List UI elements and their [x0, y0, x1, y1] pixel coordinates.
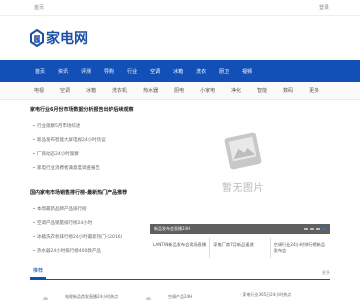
nav-item[interactable]: 资讯	[58, 68, 68, 75]
main-content: 家电行业6月份市场数据分析报告出炉后续观察 行业观察5月市场综述 新品发布智能大屏…	[0, 100, 360, 300]
news-list-item[interactable]: 行业观察5月市场综述	[33, 123, 140, 129]
nav-item[interactable]: 评测	[81, 68, 91, 75]
slide-dot[interactable]	[310, 228, 314, 230]
nav-item[interactable]: 导购	[104, 68, 114, 75]
slideshow-thumb[interactable]: 空调行业24小时排行榜新品发布会	[271, 238, 330, 258]
nav-item[interactable]: 洗衣	[196, 68, 206, 75]
slideshow-thumb[interactable]: 家电厂商7月新品速递	[210, 238, 271, 258]
top-bar: 首页 登录	[0, 0, 360, 16]
nav-item[interactable]: 首页	[35, 68, 45, 75]
subnav-item[interactable]: 热水器	[143, 87, 158, 94]
bottom-item-2[interactable]: 空调产品24H	[168, 294, 192, 300]
slideshow-caption-bar: 新品发布会直播24H	[150, 224, 330, 234]
ranking-list-item[interactable]: 空调产品销量排行榜24小时	[33, 220, 140, 226]
news-list-item[interactable]: 厂商动态24小时观察	[33, 151, 140, 157]
subnav-item[interactable]: 净化	[231, 87, 241, 94]
no-image-placeholder: 暂无图片	[213, 128, 273, 210]
slideshow-thumb[interactable]: LANTIN新品发布会现场直播	[150, 238, 211, 258]
page: 首页 登录 家电网 首页 资讯 评测 导购 行业 空调 冰箱 洗衣 厨卫 视频 电视 空调 冰箱 洗衣机…	[0, 0, 360, 300]
topbar-home-link[interactable]: 首页	[34, 4, 44, 11]
logo-text: 家电网	[46, 30, 88, 46]
nav-item[interactable]: 行业	[127, 68, 137, 75]
tab-bar: 推荐 更多	[30, 266, 330, 280]
nav-item[interactable]: 视频	[242, 68, 252, 75]
ranking-list-item[interactable]: 冰箱洗衣机排行榜24小时最新热门-(2016)	[33, 234, 140, 240]
logo-g-icon	[30, 29, 44, 47]
subnav-item[interactable]: 洗衣机	[112, 87, 127, 94]
bottom-item-3[interactable]: · 家电行业365日24小时热点	[240, 292, 291, 298]
slide-dot[interactable]	[304, 228, 308, 230]
site-logo[interactable]: 家电网	[30, 28, 88, 48]
header: 家电网	[0, 16, 360, 60]
subnav-item[interactable]: 小家电	[200, 87, 215, 94]
nav-item[interactable]: 冰箱	[173, 68, 183, 75]
no-image-text: 暂无图片	[222, 183, 264, 194]
news-list-item[interactable]: 新品发布智能大屏电视24小时热议	[33, 137, 140, 143]
subnav-item[interactable]: 空调	[60, 87, 70, 94]
subnav-item[interactable]: 数码	[283, 87, 293, 94]
topbar-login-link[interactable]: 登录	[319, 4, 329, 11]
news-list-item[interactable]: 家电行业消费者满意度调查报告	[33, 165, 140, 171]
slideshow-dots	[304, 228, 326, 230]
ranking-list: 本周最新品牌产品排行榜 空调产品销量排行榜24小时 冰箱洗衣机排行榜24小时最新热门…	[30, 206, 140, 254]
subnav-item[interactable]: 更多	[309, 87, 319, 94]
news-list: 行业观察5月市场综述 新品发布智能大屏电视24小时热议 厂商动态24小时观察 家电行业…	[30, 123, 140, 171]
nav-item[interactable]: 空调	[150, 68, 160, 75]
news-column: 家电行业6月份市场数据分析报告出炉后续观察 行业观察5月市场综述 新品发布智能大屏…	[30, 100, 140, 254]
nav-item[interactable]: 厨卫	[219, 68, 229, 75]
subnav-item[interactable]: 智能	[257, 87, 267, 94]
slideshow-thumbs: LANTIN新品发布会现场直播 家电厂商7月新品速递 空调行业24小时排行榜新品发布…	[150, 238, 330, 258]
tab-recommend[interactable]: 推荐	[30, 267, 47, 279]
tab-more-link[interactable]: 更多	[322, 270, 330, 276]
subnav-item[interactable]: 厨电	[174, 87, 184, 94]
slide-dot[interactable]	[316, 228, 320, 230]
subnav-item[interactable]: 电视	[34, 87, 44, 94]
slide-dot-active[interactable]	[322, 228, 326, 230]
ranking-list-item[interactable]: 本周最新品牌产品排行榜	[33, 206, 140, 212]
slideshow-caption[interactable]: 新品发布会直播24H	[154, 226, 190, 232]
subnav-item[interactable]: 冰箱	[86, 87, 96, 94]
ranking-list-item[interactable]: 热水器24小时排行榜400款产品	[33, 248, 140, 254]
section-title-ranking[interactable]: 国内家电市场销售排行榜-最新热门产品推荐	[30, 189, 140, 196]
bottom-item-1[interactable]: 电视新品首发直播24小时热点	[65, 294, 118, 300]
image-placeholder-icon	[224, 132, 262, 170]
section-title-news[interactable]: 家电行业6月份市场数据分析报告出炉后续观察	[30, 106, 140, 113]
sub-nav: 电视 空调 冰箱 洗衣机 热水器 厨电 小家电 净化 智能 数码 更多	[0, 82, 360, 100]
main-nav: 首页 资讯 评测 导购 行业 空调 冰箱 洗衣 厨卫 视频	[0, 60, 360, 82]
